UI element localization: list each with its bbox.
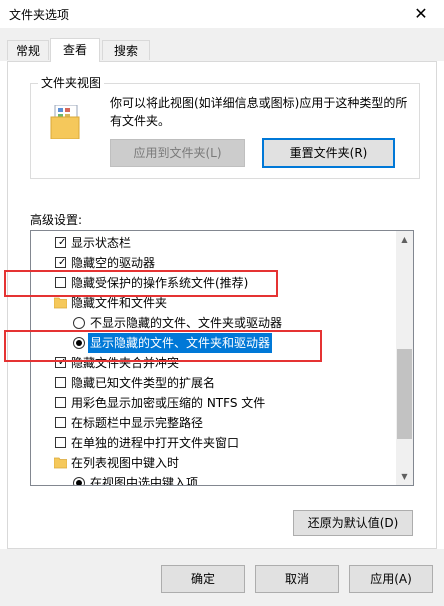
folder-view-caption: 文件夹视图 <box>38 74 105 91</box>
tree-item-hide-extensions[interactable]: 隐藏已知文件类型的扩展名 <box>31 373 397 393</box>
tree-item-label: 在视图中选中键入项 <box>90 476 199 486</box>
restore-defaults-button[interactable]: 还原为默认值(D) <box>293 510 413 536</box>
tree-item-label: 在标题栏中显示完整路径 <box>71 416 204 430</box>
checkbox[interactable]: ✓ <box>55 257 66 268</box>
folder-view-icon <box>50 105 80 139</box>
tree-item-color-ntfs[interactable]: 用彩色显示加密或压缩的 NTFS 文件 <box>31 393 397 413</box>
checkbox[interactable] <box>55 417 66 428</box>
cancel-button[interactable]: 取消 <box>255 565 339 593</box>
highlight-box <box>4 330 322 362</box>
vertical-scrollbar[interactable]: ▲ ▼ <box>396 231 413 485</box>
checkmark-icon: ✓ <box>58 237 67 248</box>
tab-view[interactable]: 查看 <box>50 38 100 62</box>
checkmark-icon: ✓ <box>58 257 67 268</box>
apply-to-folders-button[interactable]: 应用到文件夹(L) <box>110 139 245 167</box>
tab-general[interactable]: 常规 <box>7 40 49 60</box>
tree-item-full-path-title[interactable]: 在标题栏中显示完整路径 <box>31 413 397 433</box>
checkbox[interactable] <box>55 397 66 408</box>
window-title: 文件夹选项 <box>9 8 70 22</box>
highlight-box <box>4 270 278 297</box>
tree-group-typing-in-list: 在列表视图中键入时 <box>31 453 397 473</box>
title-bar: 文件夹选项 ✕ <box>0 0 444 28</box>
radio-dot-icon <box>76 480 82 485</box>
folder-icon <box>54 297 67 309</box>
folder-icon <box>54 457 67 469</box>
tree-item-show-status-bar[interactable]: ✓ 显示状态栏 <box>31 233 397 253</box>
folder-view-description: 你可以将此视图(如详细信息或图标)应用于这种类型的所有文件夹。 <box>110 96 408 128</box>
checkbox[interactable] <box>55 377 66 388</box>
scrollbar-thumb[interactable] <box>397 349 412 439</box>
reset-folders-button[interactable]: 重置文件夹(R) <box>262 138 395 168</box>
tree-item-label: 在单独的进程中打开文件夹窗口 <box>71 436 240 450</box>
radio-button[interactable] <box>73 477 85 485</box>
tree-item-select-typed[interactable]: 在视图中选中键入项 <box>31 473 397 486</box>
tree-item-label: 显示状态栏 <box>71 236 132 250</box>
tree-group-label: 在列表视图中键入时 <box>71 456 180 470</box>
tree-item-separate-process[interactable]: 在单独的进程中打开文件夹窗口 <box>31 433 397 453</box>
tab-search[interactable]: 搜索 <box>102 40 150 60</box>
apply-button[interactable]: 应用(A) <box>349 565 433 593</box>
advanced-settings-label: 高级设置: <box>30 213 83 227</box>
tree-item-label: 隐藏已知文件类型的扩展名 <box>71 376 216 390</box>
checkbox[interactable] <box>55 437 66 448</box>
close-icon[interactable]: ✕ <box>398 0 444 28</box>
tree-item-label: 用彩色显示加密或压缩的 NTFS 文件 <box>71 396 266 410</box>
scroll-up-icon[interactable]: ▲ <box>396 231 413 248</box>
scroll-down-icon[interactable]: ▼ <box>396 468 413 485</box>
checkbox[interactable]: ✓ <box>55 237 66 248</box>
ok-button[interactable]: 确定 <box>161 565 245 593</box>
radio-button[interactable] <box>73 317 85 329</box>
